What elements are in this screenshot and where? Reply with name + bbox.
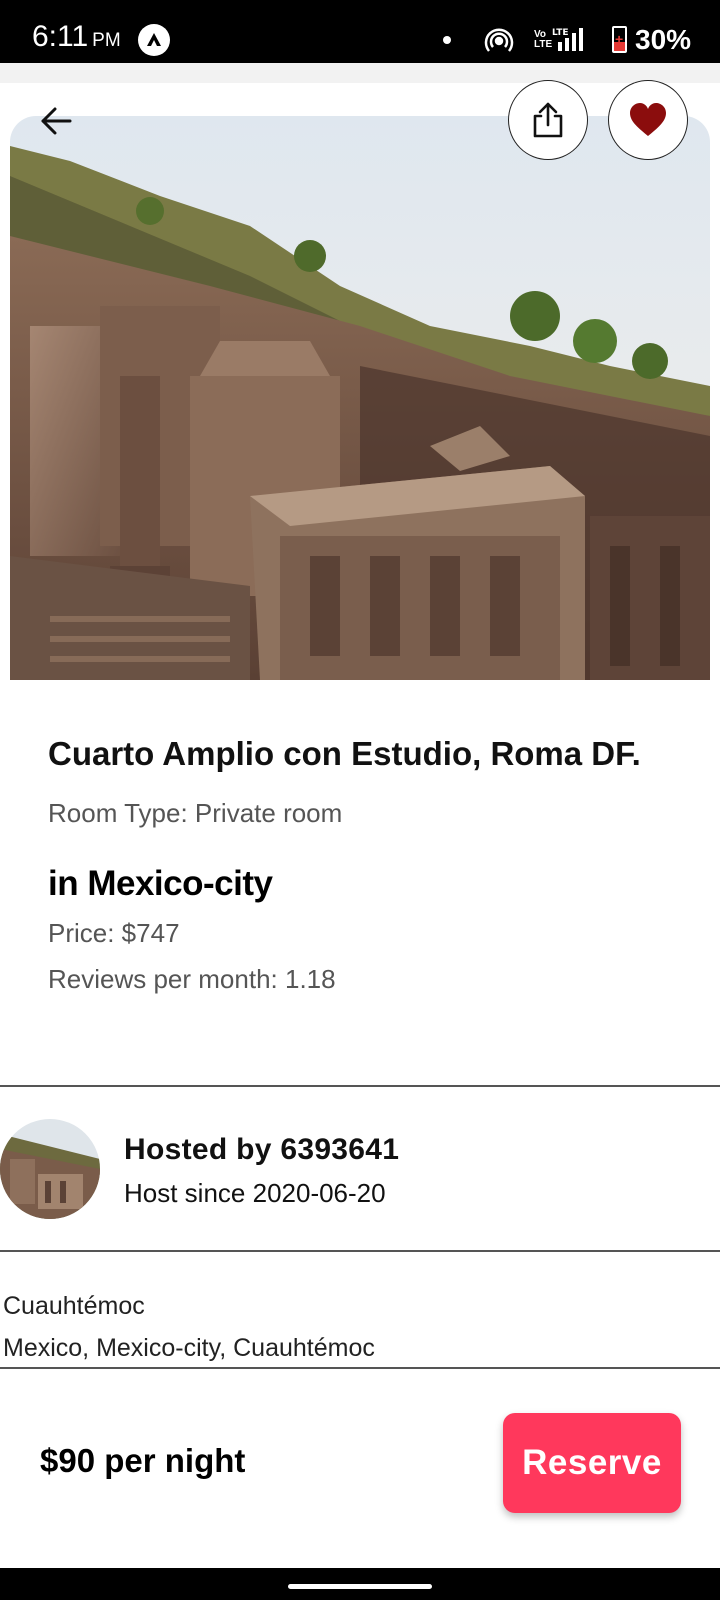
app-notification-icon [138,24,170,56]
notification-dot-icon [443,36,451,44]
home-indicator[interactable] [288,1584,432,1589]
neighbourhood: Cuauhtémoc [3,1292,145,1320]
host-avatar [0,1119,100,1219]
location-full: Mexico, Mexico-city, Cuauhtémoc [3,1334,375,1362]
top-band [0,63,720,83]
hotspot-icon [484,26,514,61]
status-time: 6:11 PM [32,20,121,53]
battery-icon: + [612,26,627,53]
battery-percent: 30% [635,24,692,55]
host-since: Host since 2020-06-20 [124,1178,386,1208]
favorite-button[interactable] [608,80,688,160]
divider [0,1250,720,1252]
heart-icon [630,103,666,136]
share-icon [533,102,563,138]
status-bar: 6:11 PM Vo LTE LTE + 30% [0,0,720,63]
listing-city: in Mexico-city [48,864,273,903]
arrow-left-icon [41,107,72,135]
divider [0,1367,720,1369]
volte-indicator: Vo LTE [534,29,553,50]
listing-price: Price: $747 [48,918,180,948]
reserve-button[interactable]: Reserve [503,1413,681,1513]
hosted-by: Hosted by 6393641 [124,1133,400,1166]
reviews-per-month: Reviews per month: 1.18 [48,964,336,994]
divider [0,1085,720,1087]
nightly-price: $90 per night [40,1442,246,1479]
room-type: Room Type: Private room [48,798,343,828]
share-button[interactable] [508,80,588,160]
listing-photo [10,116,710,680]
svg-text:LTE: LTE [552,28,569,38]
listing-title: Cuarto Amplio con Estudio, Roma DF. [48,735,641,772]
back-button[interactable] [30,95,82,147]
signal-icon: LTE [552,26,588,57]
